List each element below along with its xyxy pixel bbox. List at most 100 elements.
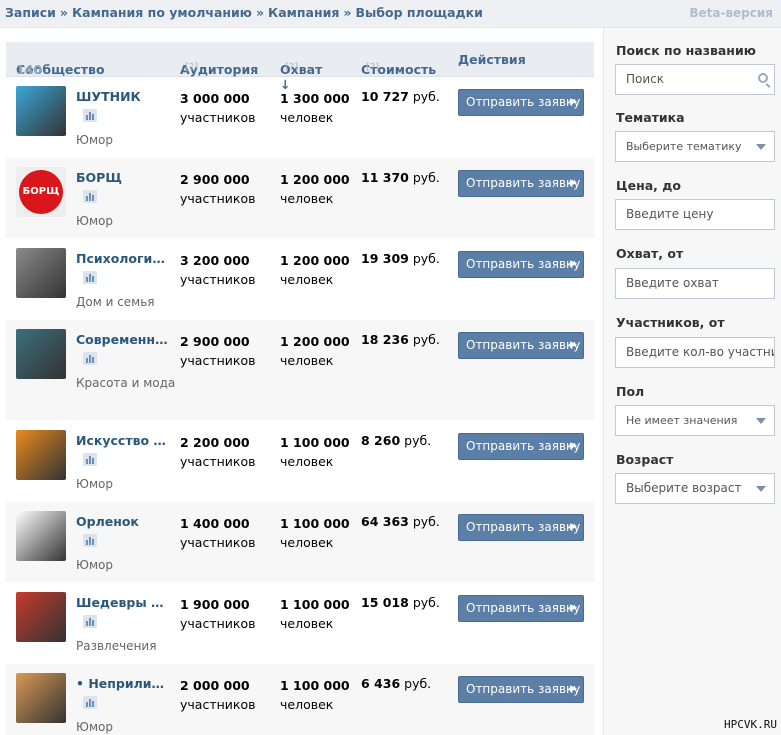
send-request-button[interactable]: Отправить заявку ▶	[458, 251, 584, 278]
cost-cell: 11 370 руб.	[361, 170, 440, 185]
audience-cell: 2 000 000 участников	[180, 678, 256, 712]
search-input[interactable]: Поиск	[615, 64, 775, 95]
arrow-right-icon: ▶	[570, 340, 577, 350]
search-icon	[758, 73, 768, 83]
breadcrumb-item-posts[interactable]: Записи	[5, 5, 56, 20]
cost-cell: 6 436 руб.	[361, 676, 432, 691]
filter-sidebar: Поиск по названию Поиск Тематика Выберит…	[603, 28, 781, 735]
community-topic: Дом и семья	[76, 295, 155, 309]
breadcrumb-item-current: Выбор площадки	[355, 5, 483, 20]
table-row: БОРЩ БОРЩ Юмор 2 900 000 участников 1 200 000…	[6, 158, 594, 239]
table-body: ШУТНИК Юмор 3 000 000 участников 1 300 000 че…	[6, 77, 594, 735]
price-input[interactable]: Введите цену	[615, 199, 775, 230]
age-label: Возраст	[616, 452, 674, 467]
price-label: Цена, до	[616, 178, 681, 193]
help-icon[interactable]: [?]	[366, 62, 379, 73]
stats-icon[interactable]	[83, 271, 97, 284]
send-request-button[interactable]: Отправить заявку ▶	[458, 433, 584, 460]
audience-cell: 2 900 000 участников	[180, 334, 256, 368]
reach-cell: 1 300 000 человек	[280, 91, 350, 125]
portrait-photo-icon[interactable]	[16, 592, 66, 642]
community-topic: Развлечения	[76, 639, 157, 653]
community-topic: Юмор	[76, 558, 113, 572]
breadcrumb: Записи» Кампания по умолчанию» Кампания» Вы…	[5, 5, 483, 20]
age-select[interactable]: Выберите возраст	[615, 473, 775, 504]
arrow-right-icon: ▶	[570, 684, 577, 694]
send-request-button[interactable]: Отправить заявку ▶	[458, 170, 584, 197]
community-name-link[interactable]: Современна...	[76, 332, 171, 347]
borsch-logo-icon[interactable]: БОРЩ	[16, 167, 66, 217]
stats-icon[interactable]	[83, 696, 97, 709]
arrow-right-icon: ▶	[570, 441, 577, 451]
table-row: Искусство р... Юмор 2 200 000 участников 1 1…	[6, 421, 594, 502]
community-name-link[interactable]: • Неприлич...	[76, 676, 171, 691]
stats-icon[interactable]	[83, 109, 97, 122]
reach-cell: 1 100 000 человек	[280, 597, 350, 631]
table-row: • Неприлич... Юмор 2 000 000 участников 1 10…	[6, 664, 594, 735]
arrow-right-icon: ▶	[570, 522, 577, 532]
audience-cell: 2 200 000 участников	[180, 435, 256, 469]
breadcrumb-item-default-campaign[interactable]: Кампания по умолчанию	[72, 5, 252, 20]
chevron-down-icon	[756, 144, 766, 150]
communities-table: Сообщество 140 Аудитория [?] Охват ↓ [?] С…	[6, 42, 594, 735]
beta-label: Beta-версия	[689, 6, 773, 20]
gender-select[interactable]: Не имеет значения	[615, 405, 775, 436]
breadcrumb-item-campaign[interactable]: Кампания	[268, 5, 339, 20]
stats-icon[interactable]	[83, 453, 97, 466]
eagle-icon[interactable]	[16, 511, 66, 561]
reach-input[interactable]: Введите охват	[615, 268, 775, 299]
table-row: Современна... Красота и мода 2 900 000 учас…	[6, 320, 594, 421]
community-name-link[interactable]: Искусство р...	[76, 433, 171, 448]
community-name-link[interactable]: Шедевры ре...	[76, 595, 171, 610]
cost-cell: 10 727 руб.	[361, 89, 440, 104]
reach-cell: 1 200 000 человек	[280, 172, 350, 206]
table-header: Сообщество 140 Аудитория [?] Охват ↓ [?] С…	[6, 42, 594, 92]
send-request-button[interactable]: Отправить заявку ▶	[458, 676, 584, 703]
community-name-link[interactable]: Орленок	[76, 514, 171, 529]
send-request-button[interactable]: Отправить заявку ▶	[458, 89, 584, 116]
header-actions: Действия	[458, 52, 526, 67]
arrow-right-icon: ▶	[570, 259, 577, 269]
gender-label: Пол	[616, 384, 645, 399]
bw-photo-icon[interactable]	[16, 248, 66, 298]
audience-cell: 3 200 000 участников	[180, 253, 256, 287]
members-input[interactable]: Введите кол-во участников	[615, 337, 775, 368]
cost-cell: 18 236 руб.	[361, 332, 440, 347]
search-label: Поиск по названию	[616, 43, 756, 58]
audience-cell: 1 900 000 участников	[180, 597, 256, 631]
reach-cell: 1 200 000 человек	[280, 253, 350, 287]
table-row: ШУТНИК Юмор 3 000 000 участников 1 300 000 че…	[6, 77, 594, 158]
help-icon[interactable]: [?]	[285, 62, 298, 73]
stats-icon[interactable]	[83, 615, 97, 628]
stats-icon[interactable]	[83, 352, 97, 365]
cost-cell: 8 260 руб.	[361, 433, 432, 448]
audience-cell: 1 400 000 участников	[180, 516, 256, 550]
reach-cell: 1 100 000 человек	[280, 516, 350, 550]
arrow-right-icon: ▶	[570, 603, 577, 613]
community-name-link[interactable]: БОРЩ	[76, 170, 171, 185]
community-name-link[interactable]: Психология ...	[76, 251, 171, 266]
help-icon[interactable]: [?]	[185, 62, 198, 73]
send-request-button[interactable]: Отправить заявку ▶	[458, 514, 584, 541]
community-topic: Юмор	[76, 720, 113, 734]
community-topic: Красота и мода	[76, 376, 176, 390]
topic-label: Тематика	[616, 110, 685, 125]
art-face-icon[interactable]	[16, 430, 66, 480]
cartoon-face-icon[interactable]	[16, 86, 66, 136]
audience-cell: 3 000 000 участников	[180, 91, 256, 125]
stats-icon[interactable]	[83, 190, 97, 203]
community-topic: Юмор	[76, 214, 113, 228]
chevron-down-icon	[756, 486, 766, 492]
topic-select[interactable]: Выберите тематику	[615, 131, 775, 162]
reach-cell: 1 200 000 человек	[280, 334, 350, 368]
community-topic: Юмор	[76, 477, 113, 491]
arrow-right-icon: ▶	[570, 178, 577, 188]
woman-photo-icon[interactable]	[16, 329, 66, 379]
send-request-button[interactable]: Отправить заявку ▶	[458, 595, 584, 622]
reach-label: Охват, от	[616, 246, 684, 261]
stats-icon[interactable]	[83, 534, 97, 547]
community-name-link[interactable]: ШУТНИК	[76, 89, 171, 104]
members-label: Участников, от	[616, 315, 725, 330]
send-request-button[interactable]: Отправить заявку ▶	[458, 332, 584, 359]
teddy-bear-icon[interactable]	[16, 673, 66, 723]
